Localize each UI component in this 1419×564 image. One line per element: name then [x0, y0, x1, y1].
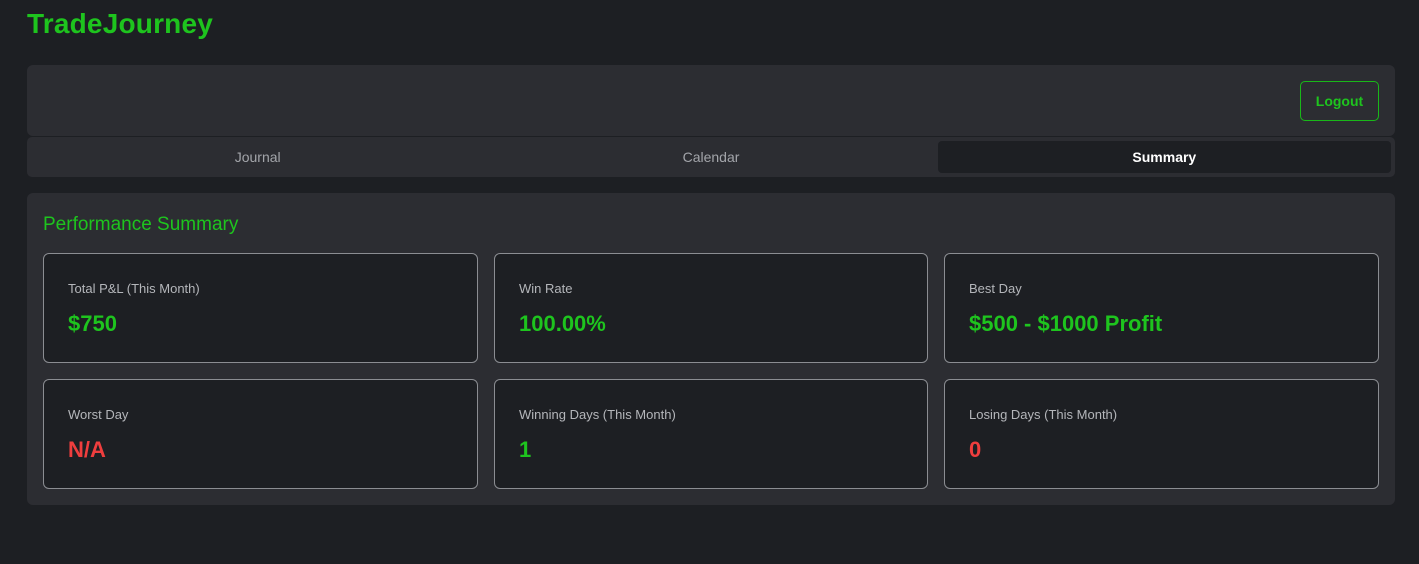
card-total-pnl: Total P&L (This Month) $750: [43, 253, 478, 363]
section-title: Performance Summary: [43, 214, 239, 235]
card-worst-day: Worst Day N/A: [43, 379, 478, 489]
card-label: Total P&L (This Month): [68, 281, 200, 296]
card-value: 1: [519, 437, 532, 462]
tab-journal[interactable]: Journal: [31, 141, 484, 173]
tab-summary[interactable]: Summary: [937, 141, 1391, 173]
card-label: Worst Day: [68, 407, 129, 422]
card-best-day: Best Day $500 - $1000 Profit: [944, 253, 1379, 363]
app-title: TradeJourney: [27, 8, 214, 39]
card-value: $500 - $1000 Profit: [969, 311, 1163, 336]
performance-summary-panel: Performance Summary Total P&L (This Mont…: [27, 193, 1395, 505]
card-label: Losing Days (This Month): [969, 407, 1118, 422]
tab-calendar[interactable]: Calendar: [484, 141, 937, 173]
card-label: Win Rate: [519, 281, 573, 296]
card-win-rate: Win Rate 100.00%: [494, 253, 928, 363]
tab-bar: Journal Calendar Summary: [27, 137, 1395, 177]
card-value: N/A: [68, 437, 106, 462]
card-label: Best Day: [969, 281, 1022, 296]
card-label: Winning Days (This Month): [519, 407, 676, 422]
logout-button[interactable]: Logout: [1300, 81, 1379, 121]
card-winning-days: Winning Days (This Month) 1: [494, 379, 928, 489]
header-panel: Logout: [27, 65, 1395, 136]
card-value: 0: [969, 437, 982, 462]
card-losing-days: Losing Days (This Month) 0: [944, 379, 1379, 489]
card-value: 100.00%: [519, 311, 606, 336]
card-value: $750: [68, 311, 117, 336]
summary-cards: Total P&L (This Month) $750 Win Rate 100…: [43, 253, 1379, 489]
